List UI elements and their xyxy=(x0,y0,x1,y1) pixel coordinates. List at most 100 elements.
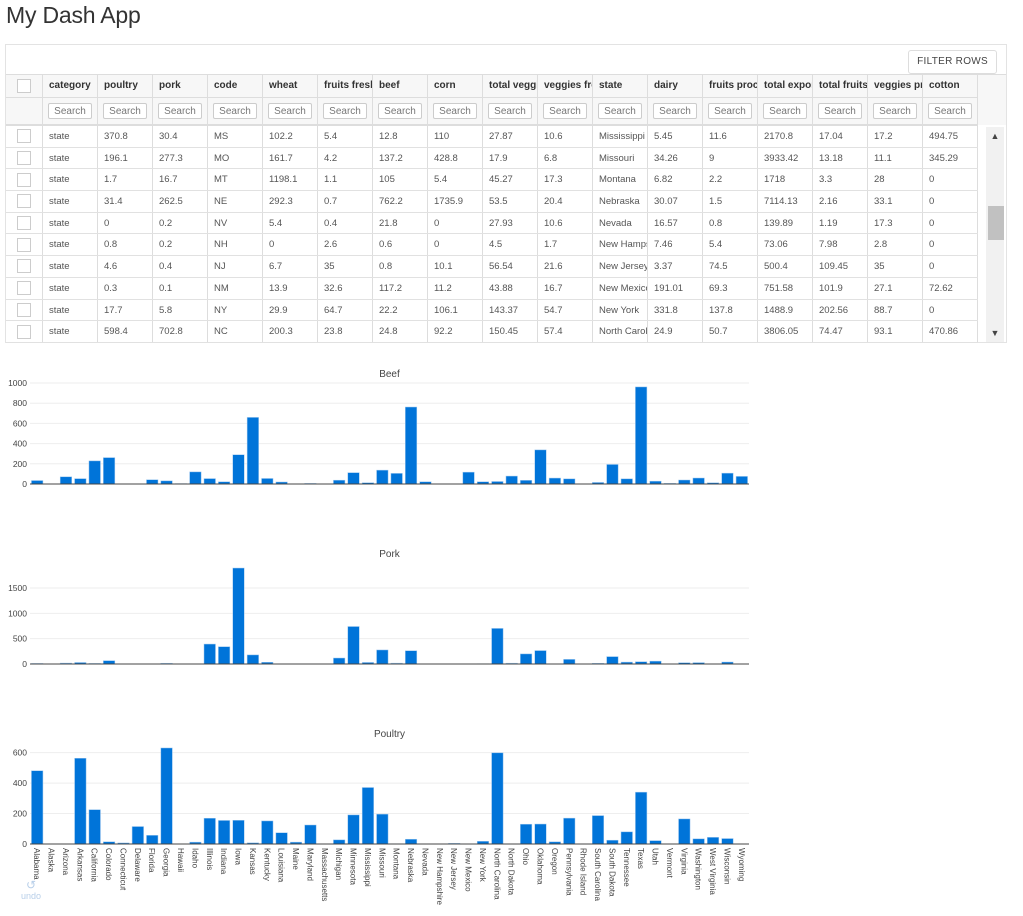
column-search-input[interactable]: Search xyxy=(928,103,972,119)
table-cell[interactable]: 598.4 xyxy=(98,321,153,342)
table-cell[interactable]: 13.18 xyxy=(813,147,868,169)
row-checkbox[interactable] xyxy=(6,256,43,277)
column-header[interactable]: code xyxy=(208,75,263,97)
table-cell[interactable]: New Hampshire xyxy=(593,234,648,256)
table-cell[interactable]: Nevada xyxy=(593,212,648,234)
bar-wisconsin[interactable] xyxy=(721,472,734,485)
bar-delaware[interactable] xyxy=(131,826,144,845)
table-cell[interactable]: 0 xyxy=(923,212,978,234)
table-cell[interactable]: 11.1 xyxy=(868,147,923,169)
bar-ohio[interactable] xyxy=(520,823,533,845)
checkbox-box[interactable] xyxy=(17,172,31,187)
column-header[interactable]: veggies fresh xyxy=(538,75,593,97)
table-cell[interactable]: 72.62 xyxy=(923,277,978,299)
bar-iowa[interactable] xyxy=(232,454,245,485)
table-cell[interactable]: 20.4 xyxy=(538,191,593,212)
table-scrollbar[interactable]: ▲ ▼ xyxy=(986,127,1004,342)
bar-oklahoma[interactable] xyxy=(534,449,547,485)
table-cell[interactable]: New York xyxy=(593,299,648,321)
bar-arkansas[interactable] xyxy=(74,478,87,485)
row-checkbox[interactable] xyxy=(6,277,43,299)
checkbox-box[interactable] xyxy=(17,79,31,93)
bar-oklahoma[interactable] xyxy=(534,823,547,845)
row-checkbox[interactable] xyxy=(6,169,43,191)
table-cell[interactable]: 32.6 xyxy=(318,277,373,299)
table-cell[interactable]: 17.7 xyxy=(98,299,153,321)
table-cell[interactable]: 16.57 xyxy=(648,212,703,234)
bar-colorado[interactable] xyxy=(103,457,116,485)
table-cell[interactable]: 4.2 xyxy=(318,147,373,169)
table-cell[interactable]: 0.4 xyxy=(153,256,208,277)
table-cell[interactable]: 6.82 xyxy=(648,169,703,191)
table-cell[interactable]: NY xyxy=(208,299,263,321)
bar-iowa[interactable] xyxy=(232,820,245,845)
bar-kentucky[interactable] xyxy=(261,820,274,845)
table-cell[interactable]: MT xyxy=(208,169,263,191)
column-header[interactable]: pork xyxy=(153,75,208,97)
table-cell[interactable]: 3.3 xyxy=(813,169,868,191)
table-cell[interactable]: 200.3 xyxy=(263,321,318,342)
bar-kansas[interactable] xyxy=(246,417,259,485)
table-cell[interactable]: 0.8 xyxy=(373,256,428,277)
bar-north-carolina[interactable] xyxy=(491,628,504,665)
table-cell[interactable]: 5.4 xyxy=(318,126,373,147)
table-cell[interactable]: 10.6 xyxy=(538,126,593,147)
table-cell[interactable]: 6.8 xyxy=(538,147,593,169)
bar-texas[interactable] xyxy=(635,791,648,845)
table-cell[interactable]: NH xyxy=(208,234,263,256)
column-header[interactable]: total fruits xyxy=(813,75,868,97)
checkbox-box[interactable] xyxy=(17,324,31,339)
table-cell[interactable]: 57.4 xyxy=(538,321,593,342)
row-checkbox[interactable] xyxy=(6,321,43,342)
table-cell[interactable]: 5.4 xyxy=(703,234,758,256)
table-cell[interactable]: 21.8 xyxy=(373,212,428,234)
table-cell[interactable]: 494.75 xyxy=(923,126,978,147)
table-cell[interactable]: 16.7 xyxy=(153,169,208,191)
table-cell[interactable]: 110 xyxy=(428,126,483,147)
bar-california[interactable] xyxy=(88,809,101,845)
bar-indiana[interactable] xyxy=(218,646,231,665)
column-header[interactable]: total exports xyxy=(758,75,813,97)
table-cell[interactable]: 1.19 xyxy=(813,212,868,234)
column-search-input[interactable]: Search xyxy=(763,103,807,119)
table-cell[interactable]: state xyxy=(43,277,98,299)
column-search-input[interactable]: Search xyxy=(103,103,147,119)
bar-idaho[interactable] xyxy=(189,471,202,485)
table-cell[interactable]: 0.7 xyxy=(318,191,373,212)
table-cell[interactable]: 54.7 xyxy=(538,299,593,321)
bar-illinois[interactable] xyxy=(203,817,216,845)
table-cell[interactable]: 5.8 xyxy=(153,299,208,321)
row-checkbox[interactable] xyxy=(6,126,43,147)
table-cell[interactable]: 33.1 xyxy=(868,191,923,212)
table-cell[interactable]: 0 xyxy=(263,234,318,256)
column-search-input[interactable]: Search xyxy=(708,103,752,119)
checkbox-box[interactable] xyxy=(17,259,31,274)
column-search-input[interactable]: Search xyxy=(323,103,367,119)
bar-texas[interactable] xyxy=(635,386,648,485)
column-header[interactable]: dairy xyxy=(648,75,703,97)
table-cell[interactable]: 6.7 xyxy=(263,256,318,277)
table-cell[interactable]: 370.8 xyxy=(98,126,153,147)
filter-rows-button[interactable]: FILTER ROWS xyxy=(908,50,997,74)
table-cell[interactable]: 12.8 xyxy=(373,126,428,147)
bar-iowa[interactable] xyxy=(232,567,245,665)
table-cell[interactable]: 500.4 xyxy=(758,256,813,277)
column-header[interactable]: total veggies xyxy=(483,75,538,97)
table-cell[interactable]: 93.1 xyxy=(868,321,923,342)
table-cell[interactable]: 0.6 xyxy=(373,234,428,256)
table-cell[interactable]: 13.9 xyxy=(263,277,318,299)
table-cell[interactable]: 30.07 xyxy=(648,191,703,212)
table-cell[interactable]: state xyxy=(43,147,98,169)
table-cell[interactable]: 17.3 xyxy=(538,169,593,191)
bar-alabama[interactable] xyxy=(31,770,44,845)
table-cell[interactable]: 117.2 xyxy=(373,277,428,299)
table-cell[interactable]: 45.27 xyxy=(483,169,538,191)
bar-south-dakota[interactable] xyxy=(606,464,619,485)
bar-south-carolina[interactable] xyxy=(592,815,605,845)
table-cell[interactable]: 1.7 xyxy=(98,169,153,191)
row-checkbox[interactable] xyxy=(6,212,43,234)
bar-indiana[interactable] xyxy=(218,820,231,845)
table-cell[interactable]: 30.4 xyxy=(153,126,208,147)
bar-nebraska[interactable] xyxy=(405,838,418,845)
table-cell[interactable]: 345.29 xyxy=(923,147,978,169)
